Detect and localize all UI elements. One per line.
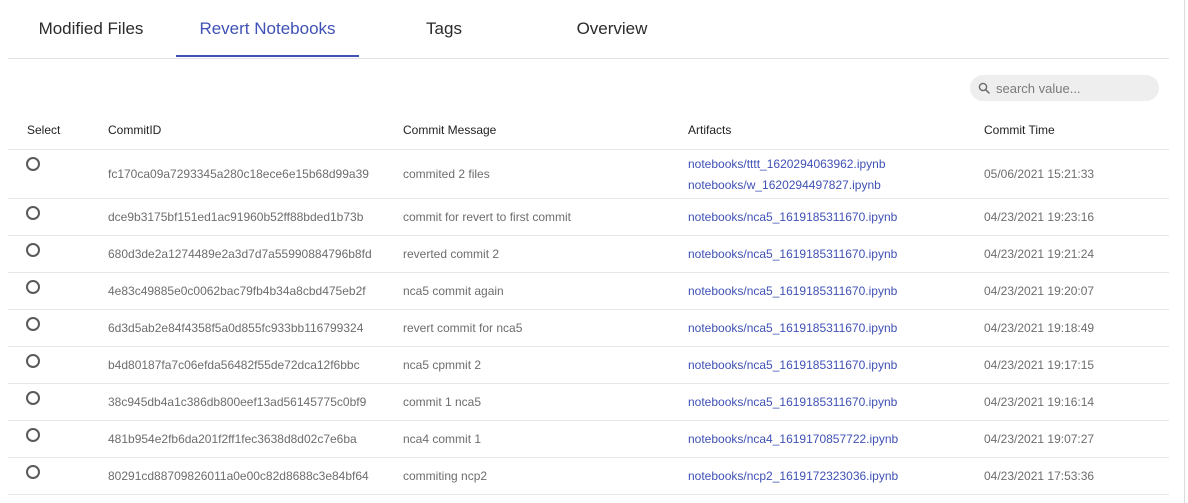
tab-modified-files[interactable]: Modified Files (20, 0, 162, 58)
revert-notebooks-panel: Modified Files Revert Notebooks Tags Ove… (0, 0, 1188, 503)
commit-id: b4d80187fa7c06efda56482f55de72dca12f6bbc (108, 358, 360, 372)
table-row[interactable]: 4e83c49885e0c0062bac79fb4b34a8cbd475eb2f… (8, 273, 1169, 310)
select-radio[interactable] (26, 206, 40, 220)
search-input[interactable] (996, 80, 1146, 96)
tab-tags[interactable]: Tags (384, 0, 504, 58)
artifact-link[interactable]: notebooks/ncp2_1619172323036.ipynb (688, 469, 898, 483)
active-tab-indicator (176, 55, 359, 57)
panel-right-border (1184, 0, 1185, 503)
select-radio[interactable] (26, 157, 40, 171)
commit-id: dce9b3175bf151ed1ac91960b52ff88bded1b73b (108, 210, 364, 224)
select-radio[interactable] (26, 391, 40, 405)
commit-time: 04/23/2021 17:53:36 (984, 469, 1095, 483)
table-row[interactable]: dce9b3175bf151ed1ac91960b52ff88bded1b73b… (8, 199, 1169, 236)
artifact-link[interactable]: notebooks/nca5_1619185311670.ipynb (688, 284, 897, 298)
header-artifacts: Artifacts (688, 123, 732, 137)
artifacts-cell: notebooks/tttt_1620294063962.ipynb noteb… (688, 150, 968, 198)
commit-message: nca4 commit 1 (403, 432, 482, 446)
select-radio[interactable] (26, 465, 40, 479)
table-row[interactable]: 481b954e2fb6da201f2ff1fec3638d8d02c7e6ba… (8, 421, 1169, 458)
commit-time: 04/23/2021 19:21:24 (984, 247, 1095, 261)
commit-message: nca5 cpmmit 2 (403, 358, 482, 372)
header-select: Select (27, 123, 61, 137)
commit-time: 04/23/2021 19:07:27 (984, 432, 1095, 446)
table-row[interactable]: 38c945db4a1c386db800eef13ad56145775c0bf9… (8, 384, 1169, 421)
select-radio[interactable] (26, 428, 40, 442)
table-row[interactable]: 6d3d5ab2e84f4358f5a0d855fc933bb116799324… (8, 310, 1169, 347)
commit-message: commit 1 nca5 (403, 395, 482, 409)
artifact-link[interactable]: notebooks/tttt_1620294063962.ipynb (688, 157, 886, 171)
commit-id: 481b954e2fb6da201f2ff1fec3638d8d02c7e6ba (108, 432, 357, 446)
artifacts-cell: notebooks/nca5_1619185311670.ipynb (688, 236, 968, 272)
header-commit-id: CommitID (108, 123, 162, 137)
header-commit-message: Commit Message (403, 123, 497, 137)
artifacts-cell: notebooks/nca5_1619185311670.ipynb (688, 384, 968, 420)
tab-overview[interactable]: Overview (544, 0, 680, 58)
table-row[interactable]: 680d3de2a1274489e2a3d7d7a55990884796b8fd… (8, 236, 1169, 273)
commit-id: 680d3de2a1274489e2a3d7d7a55990884796b8fd (108, 247, 372, 261)
tab-revert-notebooks[interactable]: Revert Notebooks (176, 0, 359, 58)
artifact-link[interactable]: notebooks/w_1620294497827.ipynb (688, 178, 881, 192)
commit-message: commited 2 files (403, 167, 490, 181)
commit-time: 04/23/2021 19:16:14 (984, 395, 1095, 409)
commit-message: revert commit for nca5 (403, 321, 523, 335)
artifacts-cell: notebooks/nca5_1619185311670.ipynb (688, 310, 968, 346)
commit-id: 4e83c49885e0c0062bac79fb4b34a8cbd475eb2f (108, 284, 366, 298)
table-row[interactable]: b4d80187fa7c06efda56482f55de72dca12f6bbc… (8, 347, 1169, 384)
commit-time: 04/23/2021 19:20:07 (984, 284, 1095, 298)
header-commit-time: Commit Time (984, 123, 1055, 137)
artifacts-cell: notebooks/nca5_1619185311670.ipynb (688, 273, 968, 309)
artifact-link[interactable]: notebooks/nca5_1619185311670.ipynb (688, 210, 897, 224)
select-radio[interactable] (26, 243, 40, 257)
commit-message: reverted commit 2 (403, 247, 500, 261)
artifact-link[interactable]: notebooks/nca5_1619185311670.ipynb (688, 358, 897, 372)
artifact-link[interactable]: notebooks/nca5_1619185311670.ipynb (688, 321, 897, 335)
commit-time: 05/06/2021 15:21:33 (984, 167, 1095, 181)
select-radio[interactable] (26, 354, 40, 368)
commit-id: 80291cd88709826011a0e00c82d8688c3e84bf64 (108, 469, 369, 483)
commit-message: nca5 commit again (403, 284, 504, 298)
commit-id: 6d3d5ab2e84f4358f5a0d855fc933bb116799324 (108, 321, 364, 335)
commits-table: Select CommitID Commit Message Artifacts… (8, 112, 1169, 495)
artifact-link[interactable]: notebooks/nca5_1619185311670.ipynb (688, 247, 897, 261)
select-radio[interactable] (26, 317, 40, 331)
table-header: Select CommitID Commit Message Artifacts… (8, 112, 1169, 150)
table-row[interactable]: fc170ca09a7293345a280c18ece6e15b68d99a39… (8, 150, 1169, 199)
search-box[interactable] (970, 75, 1159, 101)
commit-id: fc170ca09a7293345a280c18ece6e15b68d99a39 (108, 167, 369, 181)
artifacts-cell: notebooks/nca5_1619185311670.ipynb (688, 347, 968, 383)
select-radio[interactable] (26, 280, 40, 294)
artifacts-cell: notebooks/ncp2_1619172323036.ipynb (688, 458, 968, 494)
commit-time: 04/23/2021 19:23:16 (984, 210, 1095, 224)
artifacts-cell: notebooks/nca4_1619170857722.ipynb (688, 421, 968, 457)
artifact-link[interactable]: notebooks/nca5_1619185311670.ipynb (688, 395, 897, 409)
search-icon (978, 82, 990, 94)
artifact-link[interactable]: notebooks/nca4_1619170857722.ipynb (688, 432, 898, 446)
table-row[interactable]: 80291cd88709826011a0e00c82d8688c3e84bf64… (8, 458, 1169, 495)
tab-bar: Modified Files Revert Notebooks Tags Ove… (8, 0, 1169, 59)
commit-message: commiting ncp2 (403, 469, 488, 483)
artifacts-cell: notebooks/nca5_1619185311670.ipynb (688, 199, 968, 235)
commit-id: 38c945db4a1c386db800eef13ad56145775c0bf9 (108, 395, 367, 409)
commit-time: 04/23/2021 19:18:49 (984, 321, 1095, 335)
commit-message: commit for revert to first commit (403, 210, 572, 224)
commit-time: 04/23/2021 19:17:15 (984, 358, 1095, 372)
